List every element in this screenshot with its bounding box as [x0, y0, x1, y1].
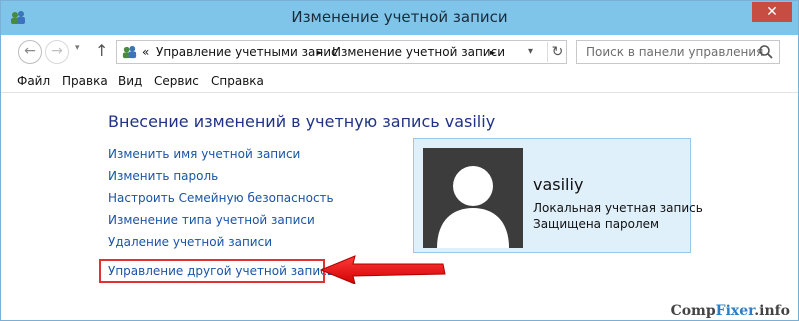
watermark-comp: Comp: [670, 303, 716, 319]
forward-button[interactable]: →: [45, 40, 69, 64]
search-input[interactable]: Поиск в панели управления: [586, 45, 763, 59]
recent-pages-dropdown[interactable]: ▾: [75, 43, 80, 53]
breadcrumb-change-account[interactable]: Изменение учетной записи: [332, 45, 505, 59]
up-button[interactable]: ↑: [95, 41, 108, 60]
menu-service[interactable]: Сервис: [154, 74, 199, 88]
menu-edit[interactable]: Правка: [62, 74, 108, 88]
breadcrumb-user-accounts[interactable]: Управление учетными запис: [156, 45, 338, 59]
address-dropdown[interactable]: ▾: [528, 46, 533, 57]
highlight-box: [99, 259, 325, 283]
close-button[interactable]: ✕: [752, 2, 792, 22]
address-overflow-chevron[interactable]: «: [142, 45, 149, 59]
red-arrow-icon: [319, 255, 446, 284]
menu-help[interactable]: Справка: [211, 74, 264, 88]
navigation-bar: ← → ▾ ↑ « Управление учетными запис ► Из…: [1, 35, 798, 69]
user-avatar-icon: [437, 166, 509, 248]
breadcrumb-separator[interactable]: ►: [490, 48, 496, 57]
watermark-info: .info: [754, 303, 790, 319]
search-box[interactable]: Поиск в панели управления: [576, 40, 780, 64]
address-bar[interactable]: « Управление учетными запис ► Изменение …: [116, 40, 567, 64]
change-account-type-link[interactable]: Изменение типа учетной записи: [108, 213, 315, 227]
account-type: Локальная учетная запись: [533, 201, 703, 215]
search-icon[interactable]: [758, 44, 774, 60]
users-control-panel-icon: [122, 45, 137, 59]
window-title: Изменение учетной записи: [291, 8, 508, 26]
menu-file[interactable]: Файл: [17, 74, 50, 88]
family-safety-link[interactable]: Настроить Семейную безопасность: [108, 191, 334, 205]
watermark-fixer: Fixer: [715, 303, 755, 319]
page-heading: Внесение изменений в учетную запись vasi…: [108, 112, 496, 131]
account-name: vasiliy: [533, 175, 584, 194]
refresh-button[interactable]: ↻: [547, 42, 567, 62]
rename-account-link[interactable]: Изменить имя учетной записи: [108, 147, 300, 161]
back-button[interactable]: ←: [18, 40, 42, 64]
watermark: CompFixer.info: [671, 303, 790, 319]
delete-account-link[interactable]: Удаление учетной записи: [108, 235, 272, 249]
account-status: Защищена паролем: [533, 217, 660, 231]
title-bar[interactable]: Изменение учетной записи ✕: [1, 1, 798, 35]
account-tile: vasiliy Локальная учетная запись Защищен…: [413, 138, 703, 253]
main-content: Внесение изменений в учетную запись vasi…: [1, 94, 798, 320]
menu-view[interactable]: Вид: [118, 74, 142, 88]
menu-bar: Файл Правка Вид Сервис Справка: [1, 69, 798, 93]
control-panel-window: Изменение учетной записи ✕ ← → ▾ ↑ « Упр…: [0, 0, 799, 321]
avatar: [423, 148, 523, 248]
change-password-link[interactable]: Изменить пароль: [108, 169, 218, 183]
breadcrumb-separator[interactable]: ►: [317, 48, 323, 57]
